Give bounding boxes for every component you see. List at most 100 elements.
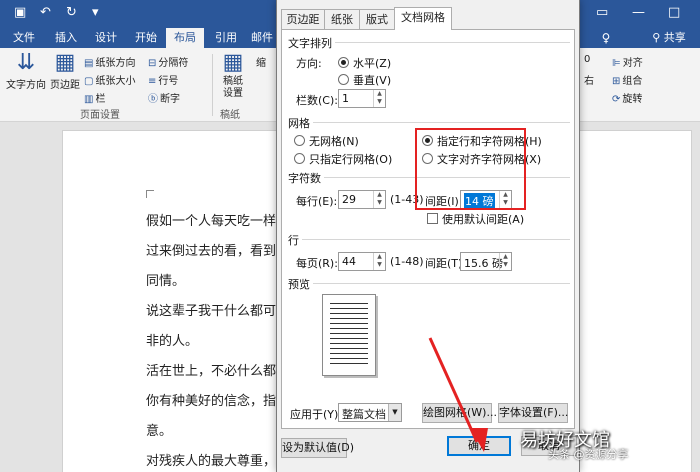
columns-label: 栏	[95, 94, 106, 105]
section-divider	[334, 42, 570, 43]
spinner-arrows[interactable]: ▲ ▼	[373, 253, 385, 270]
preview-line	[330, 308, 368, 309]
watermark-sub: 头条 @资源分享	[548, 448, 629, 461]
manuscript-label: 稿纸设置	[223, 76, 243, 99]
tab-layout[interactable]: 布局	[166, 28, 204, 48]
dialog-tab-layout[interactable]: 版式	[359, 9, 395, 29]
hyphenation-button[interactable]: ⓑ 断字	[148, 90, 180, 105]
draw-grid-button[interactable]: 绘图网格(W)...	[422, 403, 497, 423]
columns-count-value[interactable]: 1	[342, 92, 349, 105]
spinner-arrows[interactable]: ▲ ▼	[373, 90, 385, 107]
spin-down-icon[interactable]: ▼	[374, 199, 385, 207]
minimize-icon[interactable]: —	[632, 5, 645, 20]
text-direction-icon: ⇊	[16, 50, 36, 75]
customize-qat-icon[interactable]: ▾	[92, 5, 99, 20]
highlight-box	[415, 128, 526, 210]
lines-per-page-value[interactable]: 44	[342, 255, 356, 268]
spinner-arrows[interactable]: ▲ ▼	[373, 191, 385, 208]
tab-home[interactable]: 开始	[128, 28, 164, 48]
lines-per-page-spinner[interactable]: 44 ▲ ▼	[338, 252, 386, 271]
spin-up-icon[interactable]: ▲	[500, 253, 511, 261]
line-numbers-label: 行号	[158, 76, 179, 87]
doc-line: 对残疾人的最大尊重，	[146, 454, 277, 469]
right-indent-value[interactable]: 0	[584, 54, 590, 65]
doc-line: 你有种美好的信念，指	[146, 394, 277, 409]
columns-count-spinner[interactable]: 1 ▲ ▼	[338, 89, 386, 108]
ok-button[interactable]: 确定	[447, 436, 511, 456]
group-icon: ⊞	[612, 76, 621, 87]
breaks-icon: ⊟	[148, 58, 157, 69]
columns-button[interactable]: ▥ 栏	[84, 90, 105, 105]
line-pitch-value[interactable]: 15.6 磅	[464, 255, 503, 271]
account-icon[interactable]: ♀	[596, 28, 616, 48]
margins-button[interactable]: ▦ 页边距	[48, 50, 82, 91]
line-pitch-spinner[interactable]: 15.6 磅 ▲ ▼	[460, 252, 512, 271]
line-numbers-icon: ≡	[148, 76, 157, 87]
spin-down-icon[interactable]: ▼	[374, 98, 385, 106]
spin-up-icon[interactable]: ▲	[374, 90, 385, 98]
hyphenation-label: 断字	[160, 94, 180, 105]
spin-up-icon[interactable]: ▲	[374, 191, 385, 199]
text-direction-label: 文字方向	[6, 80, 46, 91]
group-label: 组合	[622, 76, 643, 87]
spin-down-icon[interactable]: ▼	[500, 261, 511, 269]
orientation-button[interactable]: ▤ 纸张方向	[84, 54, 135, 69]
redo-icon[interactable]: ↻	[66, 5, 77, 20]
rotate-label: 旋转	[622, 94, 643, 105]
dialog-tab-paper[interactable]: 纸张	[324, 9, 360, 29]
lines-per-page-label: 每页(R):	[296, 257, 338, 270]
share-button[interactable]: ⚲ 共享	[644, 28, 694, 48]
undo-icon[interactable]: ↶	[40, 5, 51, 20]
apply-to-select[interactable]: 整篇文档 ▼	[338, 403, 402, 422]
chars-per-line-spinner[interactable]: 29 ▲ ▼	[338, 190, 386, 209]
tab-references[interactable]: 引用	[208, 28, 244, 48]
maximize-icon[interactable]: □	[668, 5, 680, 20]
tab-design[interactable]: 设计	[88, 28, 124, 48]
horizontal-radio[interactable]	[338, 57, 349, 68]
rotate-button[interactable]: ⟳ 旋转	[612, 90, 642, 105]
tab-mailings[interactable]: 邮件	[250, 28, 274, 48]
spin-down-icon[interactable]: ▼	[374, 261, 385, 269]
apply-to-value: 整篇文档	[342, 408, 386, 421]
ribbon-display-icon[interactable]: ▭	[596, 5, 608, 20]
align-icon: ⊫	[612, 58, 621, 69]
tab-file[interactable]: 文件	[6, 28, 42, 48]
chars-per-line-value[interactable]: 29	[342, 193, 356, 206]
margin-corner-mark	[146, 190, 154, 198]
line-numbers-button[interactable]: ≡ 行号	[148, 72, 178, 87]
align-button[interactable]: ⊫ 对齐	[612, 54, 643, 69]
size-label: 纸张大小	[95, 76, 136, 87]
tab-insert[interactable]: 插入	[48, 28, 84, 48]
no-grid-radio[interactable]	[294, 135, 305, 146]
lines-only-radio[interactable]	[294, 153, 305, 164]
doc-line: 意。	[146, 424, 173, 439]
doc-line: 过来倒过去的看，看到	[146, 244, 277, 259]
text-direction-button[interactable]: ⇊ 文字方向	[6, 50, 46, 91]
manuscript-settings-button[interactable]: ▦ 稿纸设置	[216, 50, 250, 100]
use-default-pitch-checkbox[interactable]	[427, 213, 438, 224]
vertical-radio[interactable]	[338, 74, 349, 85]
no-grid-label[interactable]: 无网格(N)	[309, 133, 359, 149]
group-button[interactable]: ⊞ 组合	[612, 72, 642, 87]
size-button[interactable]: ▢ 纸张大小	[84, 72, 135, 87]
horizontal-label[interactable]: 水平(Z)	[353, 55, 391, 71]
use-default-pitch-label[interactable]: 使用默认间距(A)	[442, 211, 524, 227]
spinner-arrows[interactable]: ▲ ▼	[499, 253, 511, 270]
doc-line: 活在世上，不必什么都	[146, 364, 277, 379]
group-separator	[212, 54, 213, 116]
spin-up-icon[interactable]: ▲	[374, 253, 385, 261]
breaks-button[interactable]: ⊟ 分隔符	[148, 54, 188, 69]
dialog-tab-margins[interactable]: 页边距	[281, 9, 325, 29]
hyphenation-icon: ⓑ	[148, 94, 158, 105]
preview-line	[330, 358, 368, 359]
font-settings-button[interactable]: 字体设置(F)...	[498, 403, 568, 423]
preview-line	[330, 303, 368, 304]
dialog-tab-document-grid[interactable]: 文档网格	[394, 7, 452, 30]
direction-label: 方向:	[296, 57, 322, 70]
set-default-button[interactable]: 设为默认值(D)	[281, 438, 354, 458]
lines-only-label[interactable]: 只指定行网格(O)	[309, 151, 392, 167]
vertical-label[interactable]: 垂直(V)	[353, 72, 391, 88]
share-label: 共享	[663, 31, 686, 44]
chevron-down-icon[interactable]: ▼	[388, 404, 401, 421]
save-icon[interactable]: ▣	[14, 5, 26, 20]
